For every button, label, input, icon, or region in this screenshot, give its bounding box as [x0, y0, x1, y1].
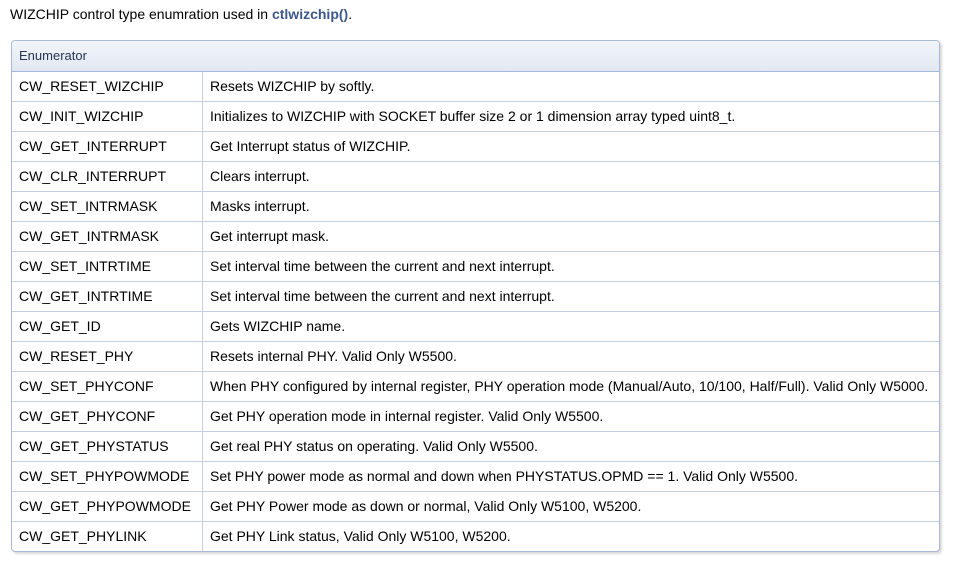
enum-description: Get PHY Link status, Valid Only W5100, W… [210, 528, 511, 544]
enum-name: CW_INIT_WIZCHIP [12, 102, 203, 131]
enum-name: CW_SET_PHYPOWMODE [12, 462, 203, 491]
table-row: CW_GET_INTRTIME Set interval time betwee… [12, 282, 939, 312]
enum-description: Get PHY Power mode as down or normal, Va… [210, 498, 642, 514]
table-row: CW_GET_INTERRUPT Get Interrupt status of… [12, 132, 939, 162]
enum-description: Set interval time between the current an… [210, 288, 555, 304]
enum-description: Get real PHY status on operating. Valid … [210, 438, 538, 454]
table-row: CW_RESET_WIZCHIP Resets WIZCHIP by softl… [12, 72, 939, 102]
enum-description: Set PHY power mode as normal and down wh… [210, 468, 799, 484]
table-row: CW_CLR_INTERRUPT Clears interrupt. [12, 162, 939, 192]
table-row: CW_GET_INTRMASK Get interrupt mask. [12, 222, 939, 252]
enum-description: Masks interrupt. [210, 198, 310, 214]
table-row: CW_GET_PHYPOWMODE Get PHY Power mode as … [12, 492, 939, 522]
enum-name: CW_RESET_PHY [12, 342, 203, 371]
enum-description: Resets internal PHY. Valid Only W5500. [210, 348, 457, 364]
table-row: CW_GET_PHYSTATUS Get real PHY status on … [12, 432, 939, 462]
table-row: CW_SET_INTRTIME Set interval time betwee… [12, 252, 939, 282]
enum-name: CW_RESET_WIZCHIP [12, 72, 203, 101]
enum-description: Get PHY operation mode in internal regis… [210, 408, 604, 424]
enumerator-table: Enumerator CW_RESET_WIZCHIP Resets WIZCH… [11, 40, 940, 552]
enum-name: CW_GET_PHYSTATUS [12, 432, 203, 461]
table-row: CW_INIT_WIZCHIP Initializes to WIZCHIP w… [12, 102, 939, 132]
enum-description: Get interrupt mask. [210, 228, 330, 244]
enum-name: CW_SET_PHYCONF [12, 372, 203, 401]
table-header: Enumerator [12, 41, 939, 72]
intro-label: WIZCHIP control type enumration used in [10, 6, 272, 22]
enum-description: Get Interrupt status of WIZCHIP. [210, 138, 411, 154]
table-row: CW_GET_ID Gets WIZCHIP name. [12, 312, 939, 342]
intro-text: WIZCHIP control type enumration used in … [10, 5, 352, 23]
enum-name: CW_GET_PHYCONF [12, 402, 203, 431]
enum-name: CW_SET_INTRTIME [12, 252, 203, 281]
table-row: CW_SET_INTRMASK Masks interrupt. [12, 192, 939, 222]
table-row: CW_GET_PHYCONF Get PHY operation mode in… [12, 402, 939, 432]
enum-description: Gets WIZCHIP name. [210, 318, 346, 334]
enum-name: CW_GET_INTRTIME [12, 282, 203, 311]
enum-description: Initializes to WIZCHIP with SOCKET buffe… [210, 108, 736, 124]
enum-description: Clears interrupt. [210, 168, 310, 184]
enum-name: CW_GET_ID [12, 312, 203, 341]
ctlwizchip-link[interactable]: ctlwizchip() [272, 6, 348, 22]
table-row: CW_RESET_PHY Resets internal PHY. Valid … [12, 342, 939, 372]
enum-name: CW_GET_PHYLINK [12, 522, 203, 551]
enum-name: CW_GET_INTERRUPT [12, 132, 203, 161]
enum-name: CW_SET_INTRMASK [12, 192, 203, 221]
table-row: CW_SET_PHYPOWMODE Set PHY power mode as … [12, 462, 939, 492]
enum-name: CW_GET_PHYPOWMODE [12, 492, 203, 521]
enum-name: CW_CLR_INTERRUPT [12, 162, 203, 191]
enum-description: Set interval time between the current an… [210, 258, 555, 274]
enum-description: When PHY configured by internal register… [210, 378, 929, 394]
enum-description: Resets WIZCHIP by softly. [210, 78, 375, 94]
table-row: CW_GET_PHYLINK Get PHY Link status, Vali… [12, 522, 939, 551]
intro-suffix: . [348, 6, 353, 22]
table-row: CW_SET_PHYCONF When PHY configured by in… [12, 372, 939, 402]
enum-name: CW_GET_INTRMASK [12, 222, 203, 251]
